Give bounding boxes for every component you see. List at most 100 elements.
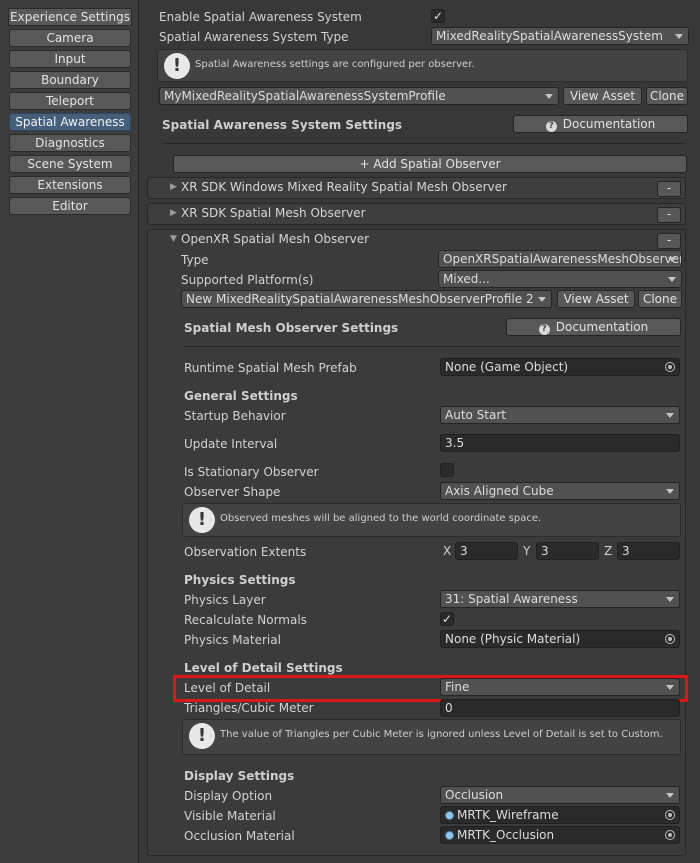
system-settings-title: Spatial Awareness System Settings (162, 118, 403, 132)
help-icon: ? (545, 121, 557, 132)
shape-help-box: ! Observed meshes will be aligned to the… (182, 503, 681, 537)
chevron-down-icon (668, 277, 676, 282)
recalculate-normals-label: Recalculate Normals (184, 613, 307, 627)
physics-layer-label: Physics Layer (184, 593, 266, 607)
observer-shape-dropdown[interactable]: Axis Aligned Cube (440, 482, 680, 500)
stationary-observer-checkbox[interactable] (440, 463, 454, 477)
sidebar-item-diagnostics[interactable]: Diagnostics (9, 134, 131, 152)
lod-settings-title: Level of Detail Settings (184, 661, 343, 675)
physics-material-field[interactable]: None (Physic Material) (440, 630, 680, 648)
material-icon (445, 831, 454, 840)
object-picker-icon[interactable] (665, 810, 675, 820)
display-option-dropdown[interactable]: Occlusion (440, 786, 680, 804)
sidebar-item-boundary[interactable]: Boundary (9, 71, 131, 89)
chevron-down-icon (675, 34, 683, 39)
observer-type-value: OpenXRSpatialAwarenessMeshObserver (443, 252, 682, 266)
observer-shape-label: Observer Shape (184, 485, 281, 499)
observer-type-label: Type (181, 253, 209, 267)
enable-spatial-awareness-checkbox[interactable]: ✓ (431, 9, 445, 23)
physics-layer-dropdown[interactable]: 31: Spatial Awareness (440, 590, 680, 608)
system-type-label: Spatial Awareness System Type (159, 30, 349, 44)
system-documentation-button[interactable]: ? Documentation (513, 115, 688, 133)
checkmark-icon: ✓ (441, 612, 453, 626)
remove-observer-button[interactable]: - (657, 207, 681, 223)
observer-profile-value: New MixedRealitySpatialAwarenessMeshObse… (186, 292, 534, 306)
observer-view-asset-button[interactable]: View Asset (557, 290, 635, 308)
chevron-down-icon (666, 489, 674, 494)
system-profile-value: MyMixedRealitySpatialAwarenessSystemProf… (164, 89, 446, 103)
lod-help-text: The value of Triangles per Cubic Meter i… (220, 729, 663, 740)
physics-layer-value: 31: Spatial Awareness (445, 592, 578, 606)
divider (184, 346, 680, 347)
observer-documentation-button[interactable]: ? Documentation (506, 318, 681, 336)
divider (162, 143, 686, 144)
startup-behavior-label: Startup Behavior (184, 409, 286, 423)
object-picker-icon[interactable] (665, 634, 675, 644)
extents-y-input[interactable]: 3 (536, 542, 599, 560)
display-option-value: Occlusion (445, 788, 504, 802)
display-option-label: Display Option (184, 789, 273, 803)
object-picker-icon[interactable] (665, 830, 675, 840)
system-profile-dropdown[interactable]: MyMixedRealitySpatialAwarenessSystemProf… (159, 87, 559, 105)
sidebar-item-editor[interactable]: Editor (9, 197, 131, 215)
chevron-down-icon (666, 793, 674, 798)
info-icon: ! (164, 53, 190, 79)
sidebar-item-experience-settings[interactable]: Experience Settings (8, 8, 132, 26)
observer-clone-button[interactable]: Clone (638, 290, 682, 308)
documentation-label: Documentation (562, 117, 656, 131)
sidebar-item-spatial-awareness[interactable]: Spatial Awareness (9, 113, 131, 131)
supported-platforms-dropdown[interactable]: Mixed... (438, 270, 682, 288)
sidebar-item-input[interactable]: Input (9, 50, 131, 68)
foldout-expanded-icon[interactable]: ▼ (170, 234, 177, 244)
chevron-down-icon (538, 297, 546, 302)
system-help-box: ! Spatial Awareness settings are configu… (157, 49, 688, 82)
supported-platforms-label: Supported Platform(s) (181, 273, 314, 287)
extents-z-label: Z (604, 544, 613, 558)
visible-material-field[interactable]: MRTK_Wireframe (440, 806, 680, 824)
observer-foldout-xrsdk[interactable]: ▶ XR SDK Spatial Mesh Observer (147, 203, 686, 225)
sidebar-item-extensions[interactable]: Extensions (9, 176, 131, 194)
shape-help-text: Observed meshes will be aligned to the w… (220, 513, 542, 524)
display-settings-title: Display Settings (184, 769, 295, 783)
recalculate-normals-checkbox[interactable]: ✓ (440, 612, 454, 626)
chevron-down-icon (668, 257, 676, 262)
observer-foldout-wmr[interactable]: ▶ XR SDK Windows Mixed Reality Spatial M… (147, 177, 686, 199)
runtime-prefab-field[interactable]: None (Game Object) (440, 358, 680, 376)
extents-z-input[interactable]: 3 (617, 542, 680, 560)
observation-extents-label: Observation Extents (184, 545, 307, 559)
occlusion-material-field[interactable]: MRTK_Occlusion (440, 826, 680, 844)
visible-material-value: MRTK_Wireframe (457, 808, 559, 822)
extents-x-input[interactable]: 3 (455, 542, 518, 560)
sidebar: Experience Settings Camera Input Boundar… (0, 0, 139, 863)
observer-type-dropdown[interactable]: OpenXRSpatialAwarenessMeshObserver (438, 250, 682, 268)
observer-profile-dropdown[interactable]: New MixedRealitySpatialAwarenessMeshObse… (181, 290, 552, 308)
sidebar-item-scene-system[interactable]: Scene System (9, 155, 131, 173)
object-picker-icon[interactable] (665, 362, 675, 372)
level-of-detail-highlight (173, 675, 688, 702)
material-icon (445, 811, 454, 820)
chevron-down-icon (545, 94, 553, 99)
physics-settings-title: Physics Settings (184, 573, 296, 587)
system-view-asset-button[interactable]: View Asset (563, 87, 642, 105)
observer-title[interactable]: OpenXR Spatial Mesh Observer (181, 232, 369, 246)
occlusion-material-label: Occlusion Material (184, 829, 295, 843)
triangles-per-meter-input[interactable]: 0 (440, 699, 680, 717)
system-clone-button[interactable]: Clone (646, 87, 688, 105)
update-interval-label: Update Interval (184, 437, 278, 451)
system-type-dropdown[interactable]: MixedRealitySpatialAwarenessSystem (431, 27, 689, 45)
foldout-collapsed-icon: ▶ (170, 208, 177, 218)
sidebar-item-camera[interactable]: Camera (9, 29, 131, 47)
documentation-label: Documentation (555, 320, 649, 334)
sidebar-item-teleport[interactable]: Teleport (9, 92, 131, 110)
add-spatial-observer-button[interactable]: + Add Spatial Observer (173, 155, 687, 173)
remove-observer-button[interactable]: - (657, 181, 681, 197)
mesh-observer-settings-title: Spatial Mesh Observer Settings (184, 321, 399, 335)
observer-title: XR SDK Spatial Mesh Observer (181, 206, 366, 220)
update-interval-input[interactable]: 3.5 (440, 434, 680, 452)
remove-observer-button[interactable]: - (657, 233, 681, 249)
observer-title: XR SDK Windows Mixed Reality Spatial Mes… (181, 180, 507, 194)
general-settings-title: General Settings (184, 389, 298, 403)
occlusion-material-value: MRTK_Occlusion (457, 828, 555, 842)
physics-material-label: Physics Material (184, 633, 281, 647)
startup-behavior-dropdown[interactable]: Auto Start (440, 406, 680, 424)
